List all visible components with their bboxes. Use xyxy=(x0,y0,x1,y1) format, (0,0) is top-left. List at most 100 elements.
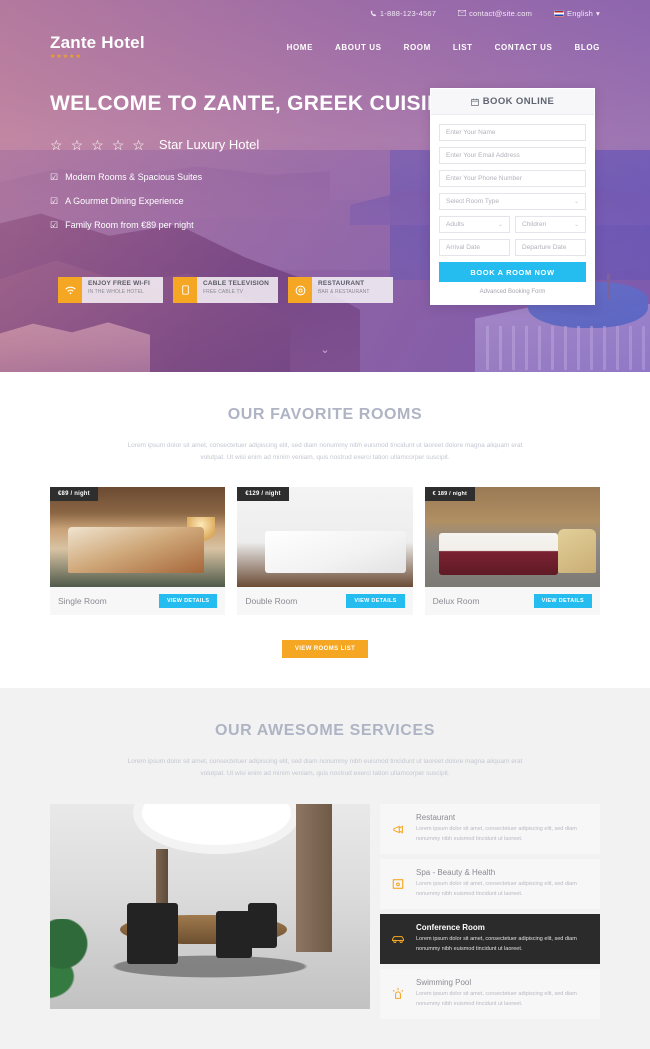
phone-input[interactable]: Enter Your Phone Number xyxy=(439,170,586,187)
logo-stars: ★★★★★ xyxy=(50,54,82,60)
services-list: Restaurant Lorem ipsum dolor sit amet, c… xyxy=(380,804,600,1019)
departure-date-placeholder: Departure Date xyxy=(522,244,567,251)
nav-item-contact-us[interactable]: CONTACT US xyxy=(495,43,553,52)
nav-item-home[interactable]: HOME xyxy=(287,43,313,52)
office-chair xyxy=(126,902,178,965)
hero-bullet: ☑ A Gourmet Dining Experience xyxy=(50,196,405,206)
hero-subtitle: Star Luxury Hotel xyxy=(158,137,260,153)
nav-item-blog[interactable]: BLOG xyxy=(574,43,600,52)
children-select[interactable]: Children ⌄ xyxy=(515,216,586,233)
megaphone-icon xyxy=(388,813,408,845)
primary-nav: HOME ABOUT US ROOM LIST CONTACT US BLOG xyxy=(287,43,600,52)
advanced-booking-link[interactable]: Advanced Booking Form xyxy=(439,289,586,295)
scroll-down-icon[interactable]: ⌄ xyxy=(320,343,329,356)
phone-contact[interactable]: 1-888-123-4567 xyxy=(370,9,436,18)
star-icon: ☆ xyxy=(91,136,104,153)
envelope-icon xyxy=(458,10,467,16)
hero-bullet-label: Family Room from €89 per night xyxy=(65,220,194,231)
feature-title: CABLE TELEVISION xyxy=(203,280,270,287)
car-icon xyxy=(388,923,408,955)
view-details-button[interactable]: VIEW DETAILS xyxy=(346,593,405,608)
service-text: Spa - Beauty & Health Lorem ipsum dolor … xyxy=(416,868,590,900)
adults-select[interactable]: Adults ⌄ xyxy=(439,216,510,233)
room-image: € 189 / night xyxy=(424,486,600,587)
service-item-swimming-pool[interactable]: Swimming Pool Lorem ipsum dolor sit amet… xyxy=(380,968,600,1019)
email-address: contact@site.com xyxy=(469,8,533,18)
hero-rating-row: ☆ ☆ ☆ ☆ ☆ Star Luxury Hotel xyxy=(50,137,405,152)
view-details-button[interactable]: VIEW DETAILS xyxy=(533,593,592,608)
single-room-photo xyxy=(50,486,226,587)
room-card-delux[interactable]: € 189 / night Delux Room VIEW DETAILS xyxy=(424,486,600,615)
service-item-spa[interactable]: Spa - Beauty & Health Lorem ipsum dolor … xyxy=(380,859,600,909)
phone-icon xyxy=(370,9,377,16)
service-title: Conference Room xyxy=(416,922,485,932)
price-badge: €89 / night xyxy=(50,486,98,501)
view-rooms-list-button[interactable]: VIEW ROOMS LIST xyxy=(281,639,369,658)
feature-text: CABLE TELEVISION FREE CABLE TV xyxy=(197,277,269,303)
rooms-section-description: Lorem ipsum dolor sit amet, consectetuer… xyxy=(127,442,523,462)
services-section-description: Lorem ipsum dolor sit amet, consectetuer… xyxy=(127,757,523,778)
star-icon: ☆ xyxy=(70,136,84,153)
email-input[interactable]: Enter Your Email Address xyxy=(439,147,586,164)
room-card-footer: Delux Room VIEW DETAILS xyxy=(425,587,600,615)
services-section-title: OUR AWESOME SERVICES xyxy=(214,721,436,739)
room-card-footer: Single Room VIEW DETAILS xyxy=(50,587,225,615)
view-details-button[interactable]: VIEW DETAILS xyxy=(159,593,218,608)
room-type-select[interactable]: Select Room Type ⌄ xyxy=(439,193,586,210)
service-item-restaurant[interactable]: Restaurant Lorem ipsum dolor sit amet, c… xyxy=(380,804,600,855)
service-text: Restaurant Lorem ipsum dolor sit amet, c… xyxy=(416,813,590,845)
feature-box-restaurant[interactable]: RESTAURANT BAR & RESTAURANT xyxy=(288,277,393,303)
star-icon: ☆ xyxy=(111,136,125,153)
wifi-icon xyxy=(58,277,82,303)
site-logo[interactable]: Zante Hotel ★★★★★ xyxy=(50,34,145,60)
service-description: Lorem ipsum dolor sit amet, consectetuer… xyxy=(416,990,577,1007)
email-contact[interactable]: contact@site.com xyxy=(458,9,532,18)
room-name: Delux Room xyxy=(432,595,480,606)
room-card-footer: Double Room VIEW DETAILS xyxy=(237,587,412,615)
price-badge: €129 / night xyxy=(237,486,289,501)
star-icon: ☆ xyxy=(132,136,145,153)
name-input[interactable]: Enter Your Name xyxy=(439,124,586,141)
service-title: Restaurant xyxy=(416,813,456,823)
service-title: Spa - Beauty & Health xyxy=(416,868,496,878)
room-name: Single Room xyxy=(58,595,107,606)
wall-column xyxy=(296,804,332,952)
booking-panel-header: BOOK ONLINE xyxy=(431,89,594,115)
room-card-single[interactable]: €89 / night Single Room VIEW DETAILS xyxy=(50,486,226,615)
chevron-down-icon: ⌄ xyxy=(573,222,579,228)
feature-subtitle: FREE CABLE TV xyxy=(203,288,244,295)
arrival-date-input[interactable]: Arrival Date xyxy=(439,239,510,256)
office-chair xyxy=(216,910,252,959)
language-selector[interactable]: English ▾ xyxy=(554,9,600,18)
room-card-double[interactable]: €129 / night Double Room VIEW DETAILS xyxy=(237,486,413,615)
top-utility-bar: 1-888-123-4567 contact@site.com English … xyxy=(0,0,650,26)
hero-bullet: ☑ Family Room from €89 per night xyxy=(50,220,405,230)
service-description: Lorem ipsum dolor sit amet, consectetuer… xyxy=(416,881,577,898)
service-item-conference-room[interactable]: Conference Room Lorem ipsum dolor sit am… xyxy=(380,913,600,964)
book-room-button[interactable]: BOOK A ROOM NOW xyxy=(439,262,586,282)
hero-feature-boxes: ENJOY FREE WI-FI IN THE WHOLE HOTEL CABL… xyxy=(58,277,393,303)
departure-date-input[interactable]: Departure Date xyxy=(515,239,586,256)
feature-title: RESTAURANT xyxy=(318,280,365,287)
logo-text: Zante Hotel xyxy=(50,33,145,52)
nav-item-list[interactable]: LIST xyxy=(453,43,473,52)
restaurant-icon xyxy=(288,277,312,303)
name-input-placeholder: Enter Your Name xyxy=(446,129,496,136)
flag-icon xyxy=(554,9,565,17)
hero-bullet-label: Modern Rooms & Spacious Suites xyxy=(65,172,203,183)
room-image: €89 / night xyxy=(50,486,226,587)
rooms-cta-wrapper: VIEW ROOMS LIST xyxy=(50,637,600,658)
hero-title: WELCOME TO ZANTE, GREEK CUISINE xyxy=(50,92,457,115)
arrival-date-placeholder: Arrival Date xyxy=(446,244,480,251)
hero-bullet-label: A Gourmet Dining Experience xyxy=(65,196,184,207)
checkbox-icon: ☑ xyxy=(50,171,59,182)
feature-title: ENJOY FREE WI-FI xyxy=(88,280,150,287)
feature-box-wifi[interactable]: ENJOY FREE WI-FI IN THE WHOLE HOTEL xyxy=(58,277,163,303)
feature-box-tv[interactable]: CABLE TELEVISION FREE CABLE TV xyxy=(173,277,278,303)
calendar-icon xyxy=(471,98,479,106)
nav-item-about-us[interactable]: ABOUT US xyxy=(335,43,382,52)
nav-item-room[interactable]: ROOM xyxy=(404,43,431,52)
hero-bullet-list: ☑ Modern Rooms & Spacious Suites ☑ A Gou… xyxy=(50,172,405,230)
services-section: OUR AWESOME SERVICES Lorem ipsum dolor s… xyxy=(0,687,650,1049)
service-title: Swimming Pool xyxy=(416,977,472,987)
